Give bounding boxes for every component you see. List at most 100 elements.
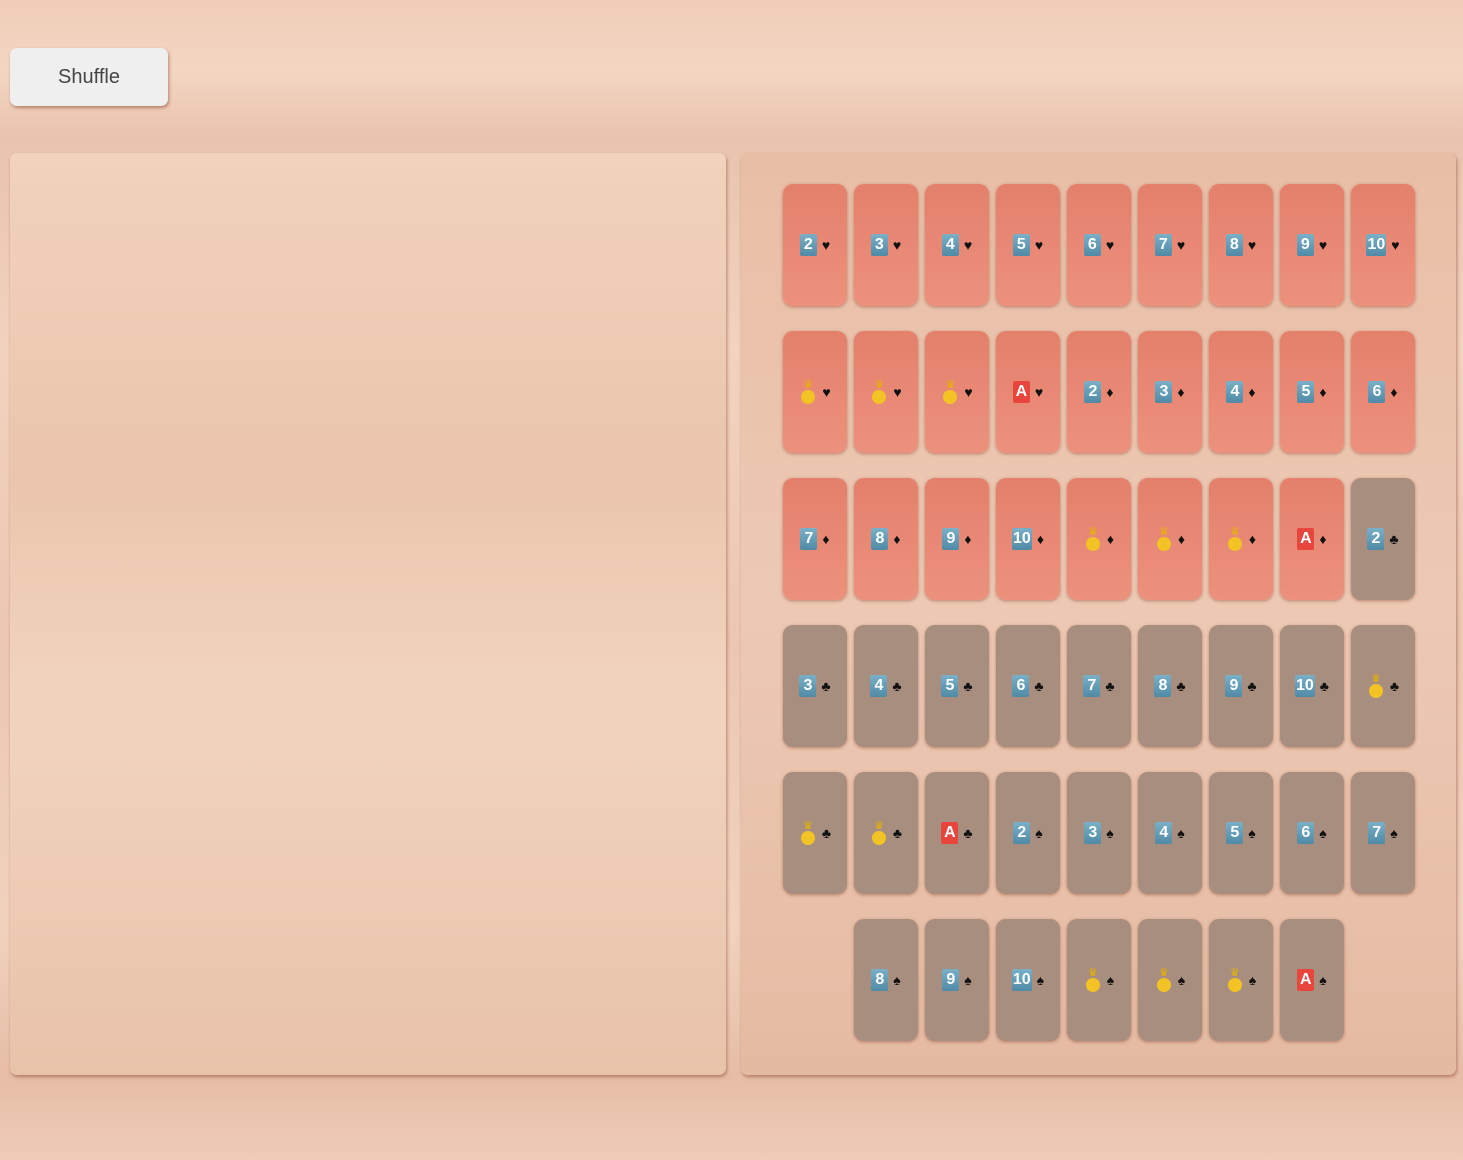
playing-card[interactable]: 8 ♥ [1209, 184, 1273, 306]
playing-card[interactable]: A ♠ [1280, 919, 1344, 1041]
playing-card[interactable]: 9 ♣ [1209, 625, 1273, 747]
card-rank: 6 [1083, 234, 1101, 256]
princess-icon: ♛ [1155, 968, 1173, 992]
card-rank: 2 [1013, 822, 1031, 844]
card-rank: 5 [1297, 381, 1315, 403]
drop-zone-panel[interactable] [10, 153, 726, 1075]
playing-card[interactable]: ♛ ♦ [1067, 478, 1131, 600]
playing-card[interactable]: 5 ♠ [1209, 772, 1273, 894]
playing-card[interactable]: 5 ♥ [996, 184, 1060, 306]
card-rank: A [1297, 969, 1315, 991]
playing-card[interactable]: ♛ ♥ [925, 331, 989, 453]
king-icon: ♛ [870, 821, 888, 845]
playing-card[interactable]: 3 ♣ [783, 625, 847, 747]
playing-card[interactable]: 5 ♣ [925, 625, 989, 747]
playing-card[interactable]: ♛ ♥ [783, 331, 847, 453]
playing-card[interactable]: 8 ♠ [854, 919, 918, 1041]
suit-icon: ♠ [1319, 825, 1327, 841]
playing-card[interactable]: 6 ♠ [1280, 772, 1344, 894]
princess-icon: ♛ [1155, 527, 1173, 551]
playing-card[interactable]: 9 ♦ [925, 478, 989, 600]
princess-icon: ♛ [870, 380, 888, 404]
suit-icon: ♣ [1389, 678, 1400, 694]
playing-card[interactable]: 7 ♣ [1067, 625, 1131, 747]
suit-icon: ♥ [1391, 237, 1400, 253]
suit-icon: ♣ [1176, 678, 1186, 694]
card-rank: 9 [1296, 234, 1314, 256]
playing-card[interactable]: 4 ♠ [1138, 772, 1202, 894]
card-rank: 8 [1154, 675, 1172, 697]
playing-card[interactable]: ♛ ♣ [854, 772, 918, 894]
suit-icon: ♣ [1105, 678, 1115, 694]
prince-icon: ♛ [1084, 968, 1102, 992]
playing-card[interactable]: ♛ ♣ [1351, 625, 1415, 747]
playing-card[interactable]: 9 ♠ [925, 919, 989, 1041]
suit-icon: ♦ [1248, 531, 1257, 547]
suit-icon: ♠ [964, 972, 972, 988]
playing-card[interactable]: 2 ♠ [996, 772, 1060, 894]
playing-card[interactable]: 3 ♦ [1138, 331, 1202, 453]
playing-card[interactable]: ♛ ♠ [1138, 919, 1202, 1041]
playing-card[interactable]: 10 ♠ [996, 919, 1060, 1041]
suit-icon: ♥ [822, 384, 831, 400]
suit-icon: ♣ [892, 825, 903, 841]
playing-card[interactable]: ♛ ♣ [783, 772, 847, 894]
playing-card[interactable]: 4 ♦ [1209, 331, 1273, 453]
playing-card[interactable]: A ♥ [996, 331, 1060, 453]
card-rank: 10 [1012, 528, 1032, 550]
playing-card[interactable]: 4 ♣ [854, 625, 918, 747]
playing-card[interactable]: 2 ♥ [783, 184, 847, 306]
playing-card[interactable]: 10 ♣ [1280, 625, 1344, 747]
suit-icon: ♥ [964, 384, 973, 400]
playing-card[interactable]: 8 ♣ [1138, 625, 1202, 747]
card-rank: 3 [799, 675, 817, 697]
prince-icon: ♛ [1084, 527, 1102, 551]
card-rank: 3 [1084, 822, 1102, 844]
card-rank: 2 [1367, 528, 1385, 550]
card-rank: 7 [1368, 822, 1386, 844]
playing-card[interactable]: 4 ♥ [925, 184, 989, 306]
playing-card[interactable]: 6 ♦ [1351, 331, 1415, 453]
playing-card[interactable]: 7 ♠ [1351, 772, 1415, 894]
card-rank: 10 [1295, 675, 1315, 697]
suit-icon: ♦ [1036, 531, 1044, 547]
playing-card[interactable]: 5 ♦ [1280, 331, 1344, 453]
prince-icon: ♛ [799, 380, 817, 404]
suit-icon: ♦ [1177, 384, 1185, 400]
card-rank: 8 [871, 528, 889, 550]
playing-card[interactable]: A ♦ [1280, 478, 1344, 600]
playing-card[interactable]: 6 ♥ [1067, 184, 1131, 306]
card-rank: 10 [1011, 969, 1032, 991]
playing-card[interactable]: 6 ♣ [996, 625, 1060, 747]
card-rank: 6 [1368, 381, 1386, 403]
suit-icon: ♠ [1248, 972, 1257, 988]
playing-card[interactable]: ♛ ♦ [1138, 478, 1202, 600]
playing-card[interactable]: 10 ♥ [1351, 184, 1415, 306]
playing-card[interactable]: A ♣ [925, 772, 989, 894]
playing-card[interactable]: ♛ ♠ [1209, 919, 1273, 1041]
card-rank: 6 [1297, 822, 1315, 844]
card-rank: 7 [800, 528, 818, 550]
shuffle-button[interactable]: Shuffle [10, 48, 168, 106]
playing-card[interactable]: ♛ ♠ [1067, 919, 1131, 1041]
playing-card[interactable]: 3 ♠ [1067, 772, 1131, 894]
suit-icon: ♥ [1034, 237, 1044, 253]
playing-card[interactable]: 3 ♥ [854, 184, 918, 306]
playing-card[interactable]: 9 ♥ [1280, 184, 1344, 306]
card-rank: 9 [1225, 675, 1243, 697]
suit-icon: ♣ [892, 678, 902, 694]
playing-card[interactable]: ♛ ♥ [854, 331, 918, 453]
suit-icon: ♦ [893, 531, 901, 547]
card-rank: 9 [942, 969, 960, 991]
suit-icon: ♥ [963, 237, 973, 253]
playing-card[interactable]: 7 ♥ [1138, 184, 1202, 306]
playing-card[interactable]: 10 ♦ [996, 478, 1060, 600]
playing-card[interactable]: ♛ ♦ [1209, 478, 1273, 600]
suit-icon: ♦ [1106, 384, 1114, 400]
playing-card[interactable]: 8 ♦ [854, 478, 918, 600]
playing-card[interactable]: 2 ♣ [1351, 478, 1415, 600]
prince-icon: ♛ [799, 821, 817, 845]
playing-card[interactable]: 7 ♦ [783, 478, 847, 600]
suit-icon: ♠ [1106, 972, 1115, 988]
playing-card[interactable]: 2 ♦ [1067, 331, 1131, 453]
